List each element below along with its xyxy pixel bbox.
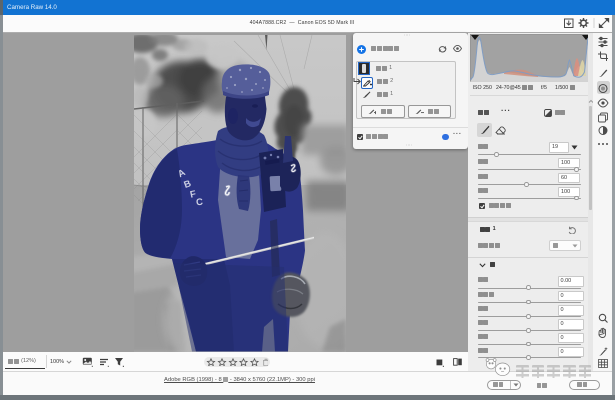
svg-text:C: C: [195, 196, 203, 208]
